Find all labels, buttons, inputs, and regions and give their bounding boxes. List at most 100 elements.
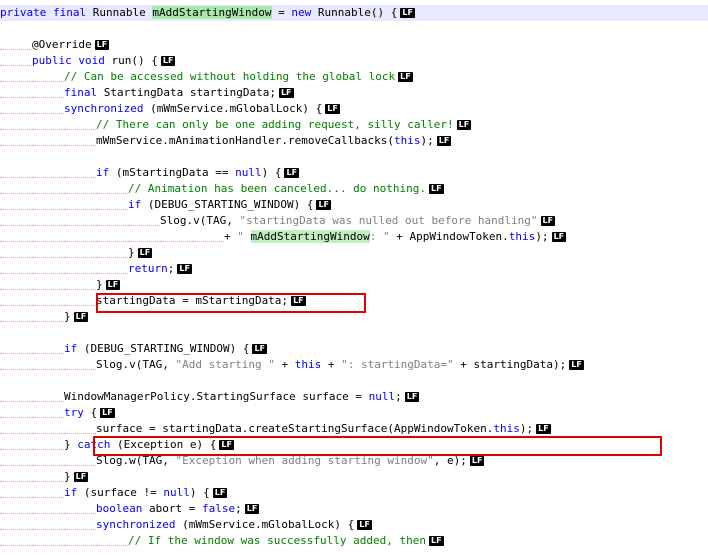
indent-guide (64, 184, 96, 194)
code-token: // There can only be one adding request,… (96, 118, 454, 131)
indent-guide (0, 200, 32, 210)
indent-guide (0, 504, 32, 514)
indent-guide (0, 72, 32, 82)
indent-guide (32, 360, 64, 370)
indent-guide (0, 392, 32, 402)
line-feed-marker: LF (252, 344, 268, 354)
code-token: // Animation has been canceled... do not… (128, 182, 427, 195)
code-token: null (163, 486, 190, 499)
highlight-box-starting-data (96, 293, 366, 313)
code-token: } (64, 470, 71, 483)
code-token: ; (167, 262, 175, 275)
code-token: Slog.v(TAG, (96, 358, 176, 371)
code-line[interactable]: } LF (0, 309, 89, 325)
code-line[interactable]: } LF (0, 277, 121, 293)
code-line[interactable]: public void run() {LF (0, 53, 176, 69)
code-line[interactable]: final StartingData startingData; LF (0, 85, 294, 101)
line-feed-marker: LF (278, 88, 294, 98)
code-line[interactable]: // Can be accessed without holding the g… (0, 69, 413, 85)
indent-guide (0, 40, 32, 50)
indent-guide (0, 536, 32, 546)
code-line[interactable]: @Override LF (0, 37, 110, 53)
code-line[interactable]: WindowManagerPolicy.StartingSurface surf… (0, 389, 420, 405)
code-token: (mStartingData == (115, 166, 236, 179)
code-line[interactable]: // There can only be one adding request,… (0, 117, 472, 133)
indent-guide (0, 424, 32, 434)
indent-guide (32, 520, 64, 530)
line-feed-marker: LF (105, 280, 121, 290)
indent-guide (32, 72, 64, 82)
line-feed-marker: LF (357, 520, 372, 530)
code-token: return (128, 262, 168, 275)
indent-guide (0, 280, 32, 290)
line-feed-marker: LF (212, 488, 228, 498)
code-token: + AppWindowToken. (389, 230, 509, 243)
code-line[interactable]: // Animation has been canceled... do not… (0, 181, 444, 197)
indent-guide (32, 424, 64, 434)
indent-guide (0, 88, 32, 98)
code-token: abort = (148, 502, 202, 515)
code-line[interactable]: private final Runnable mAddStartingWindo… (0, 5, 708, 21)
indent-guide (0, 168, 32, 178)
indent-guide (0, 104, 32, 114)
code-line[interactable]: return; LF (0, 261, 192, 277)
indent-guide (0, 296, 32, 306)
indent-guide (64, 280, 96, 290)
indent-guide (64, 200, 96, 210)
indent-guide (0, 136, 32, 146)
indent-guide (96, 216, 128, 226)
indent-guide (0, 248, 32, 258)
code-editor[interactable]: private final Runnable mAddStartingWindo… (0, 0, 708, 556)
indent-guide (32, 488, 64, 498)
indent-guide (192, 232, 224, 242)
code-token: } (64, 438, 78, 451)
code-token: } (128, 246, 135, 259)
indent-guide (0, 184, 32, 194)
code-line[interactable]: if (DEBUG_STARTING_WINDOW) {LF (0, 197, 332, 213)
indent-guide (0, 56, 32, 66)
code-token: null (368, 390, 396, 403)
code-line[interactable]: mWmService.mAnimationHandler.removeCallb… (0, 133, 452, 149)
code-token: ; (395, 390, 402, 403)
indent-guide (0, 312, 32, 322)
code-line[interactable]: boolean abort = false; LF (0, 501, 260, 517)
code-line[interactable]: if (mStartingData == null) {LF (0, 165, 300, 181)
code-token: ) { (189, 486, 210, 499)
code-line[interactable]: synchronized (mWmService.mGlobalLock) {L… (0, 517, 372, 533)
code-token: ; (235, 502, 242, 515)
line-feed-marker: LF (325, 104, 340, 114)
indent-guide (64, 248, 96, 258)
code-token: + startingData); (453, 358, 567, 371)
code-token: (DEBUG_STARTING_WINDOW) { (147, 198, 314, 211)
indent-guide (32, 248, 64, 258)
code-line[interactable]: if (DEBUG_STARTING_WINDOW) {LF (0, 341, 268, 357)
indent-guide (64, 120, 96, 130)
indent-guide (64, 136, 96, 146)
code-token: // Can be accessed without holding the g… (64, 70, 396, 83)
code-line[interactable]: + " mAddStartingWindow: " + AppWindowTok… (0, 229, 567, 245)
code-line[interactable]: if (surface != null) {LF (0, 485, 228, 501)
indent-guide (32, 184, 64, 194)
line-feed-marker: LF (398, 72, 413, 82)
code-token: = (271, 6, 292, 19)
code-line[interactable]: surface = startingData.createStartingSur… (0, 421, 551, 437)
indent-guide (0, 120, 32, 130)
indent-guide (0, 456, 32, 466)
indent-guide (32, 312, 64, 322)
code-line[interactable]: synchronized (mWmService.mGlobalLock) {L… (0, 101, 340, 117)
code-line[interactable]: Slog.v(TAG, "Add starting " + this + ": … (0, 357, 584, 373)
line-feed-marker: LF (73, 312, 89, 322)
code-line[interactable]: } LF (0, 245, 153, 261)
indent-guide (32, 296, 64, 306)
code-line[interactable]: try {LF (0, 405, 115, 421)
indent-guide (0, 232, 32, 242)
code-token: // If the window was successfully added,… (128, 534, 427, 547)
code-line[interactable]: Slog.v(TAG, "startingData was nulled out… (0, 213, 556, 229)
code-line[interactable]: } LF (0, 469, 89, 485)
code-line[interactable]: // If the window was successfully added,… (0, 533, 444, 549)
code-token: Slog.v(TAG, (160, 214, 240, 227)
code-token: WindowManagerPolicy.StartingSurface surf… (64, 390, 369, 403)
line-feed-marker: LF (551, 232, 567, 242)
code-token: } (64, 310, 71, 323)
indent-guide (96, 264, 128, 274)
